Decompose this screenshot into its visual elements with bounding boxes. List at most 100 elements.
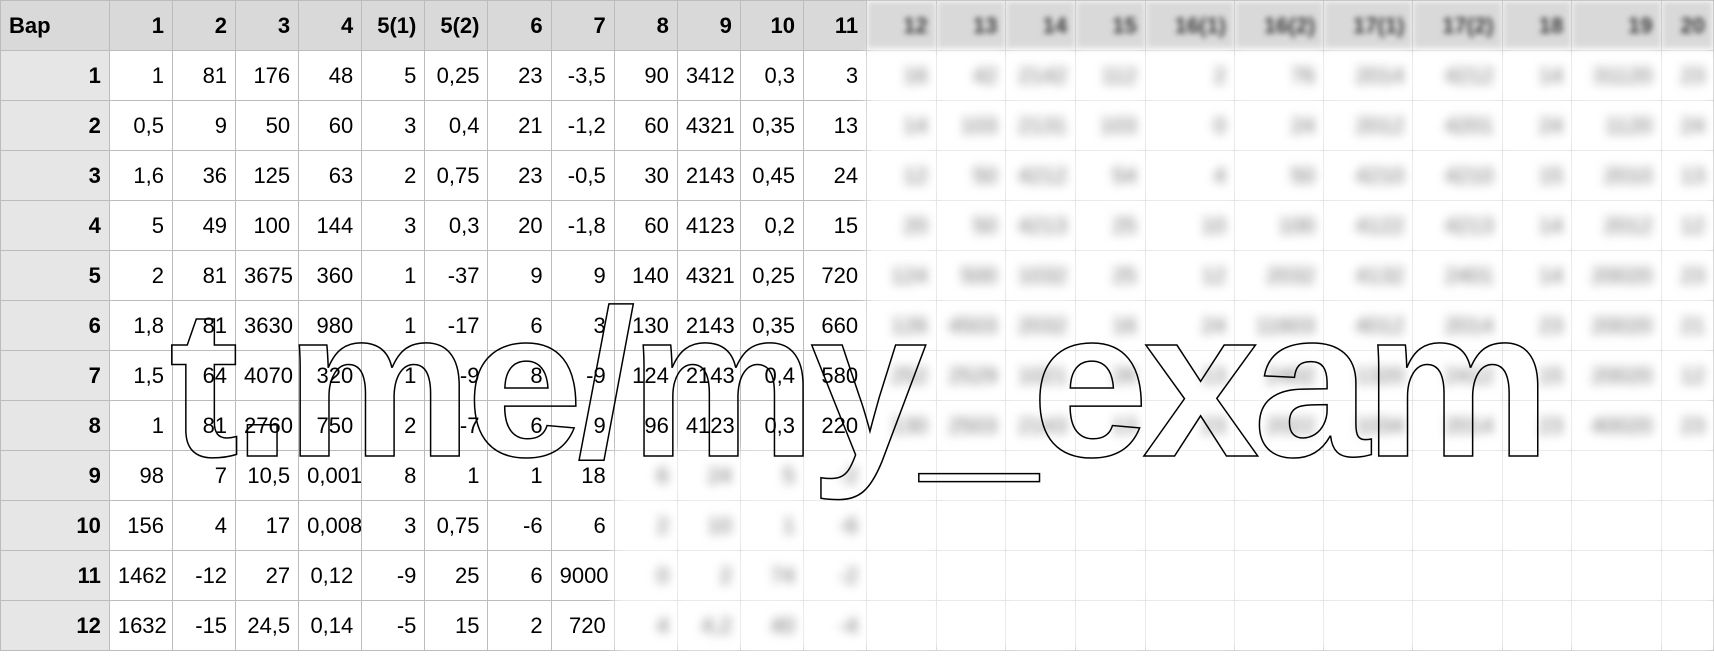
cell: 1462 <box>109 551 172 601</box>
cell-blurred: 2503 <box>936 401 1006 451</box>
cell: 6 <box>488 401 551 451</box>
cell-blurred: 23 <box>1502 401 1572 451</box>
cell: 15 <box>804 201 867 251</box>
cell-blurred <box>1076 451 1146 501</box>
cell: 0,5 <box>109 101 172 151</box>
cell-blurred: 126 <box>867 301 937 351</box>
cell: 1632 <box>109 601 172 651</box>
cell: 23 <box>488 51 551 101</box>
col-header-10: 10 <box>740 1 803 51</box>
cell: 81 <box>172 301 235 351</box>
cell: 27 <box>236 551 299 601</box>
cell-blurred <box>1076 551 1146 601</box>
cell: -7 <box>425 401 488 451</box>
cell: 2 <box>614 501 677 551</box>
cell-blurred: 4122 <box>1324 201 1413 251</box>
cell-blurred: 10 <box>1145 201 1234 251</box>
cell: 2143 <box>677 151 740 201</box>
cell-blurred <box>1502 451 1572 501</box>
cell: 1 <box>362 351 425 401</box>
cell: 3 <box>362 201 425 251</box>
cell-blurred <box>1661 601 1713 651</box>
cell: 100 <box>236 201 299 251</box>
cell: -9 <box>362 551 425 601</box>
cell-blurred <box>867 551 937 601</box>
cell: 18 <box>551 451 614 501</box>
cell: 125 <box>236 151 299 201</box>
cell: 10,5 <box>236 451 299 501</box>
cell-blurred: 2012 <box>1572 201 1661 251</box>
cell-blurred: 2032 <box>1234 251 1323 301</box>
cell-blurred: 20 <box>867 201 937 251</box>
cell-blurred: 1034 <box>1324 401 1413 451</box>
cell-blurred: 50 <box>936 201 1006 251</box>
cell: 0,12 <box>299 551 362 601</box>
cell: 4070 <box>236 351 299 401</box>
table-row: 998710,50,001811186245-2 <box>1 451 1714 501</box>
cell-blurred <box>1502 601 1572 651</box>
cell: 8 <box>488 351 551 401</box>
cell-blurred: 2131 <box>1006 101 1076 151</box>
cell-blurred <box>1076 501 1146 551</box>
cell-blurred: 12 <box>867 151 937 201</box>
cell: -3,5 <box>551 51 614 101</box>
cell-blurred <box>936 551 1006 601</box>
cell-blurred: 4210 <box>1413 151 1502 201</box>
col-header-blurred: 14 <box>1006 1 1076 51</box>
cell: 1 <box>362 251 425 301</box>
cell-blurred: 20020 <box>1572 251 1661 301</box>
cell: 60 <box>614 201 677 251</box>
cell: 4,2 <box>677 601 740 651</box>
cell-blurred: 4012 <box>1324 301 1413 351</box>
cell: 660 <box>804 301 867 351</box>
cell-blurred: 50 <box>936 151 1006 201</box>
cell-blurred: 2401 <box>1413 251 1502 301</box>
row-header: 9 <box>1 451 110 501</box>
cell: 0,2 <box>740 201 803 251</box>
cell-blurred: 14 <box>1502 201 1572 251</box>
cell: 2 <box>362 151 425 201</box>
cell-blurred <box>936 451 1006 501</box>
cell: 2760 <box>236 401 299 451</box>
cell-blurred <box>1006 551 1076 601</box>
cell: 4123 <box>677 201 740 251</box>
cell-blurred <box>1413 501 1502 551</box>
col-header-blurred: 16(1) <box>1145 1 1234 51</box>
col-header-blurred: 13 <box>936 1 1006 51</box>
cell: 750 <box>299 401 362 451</box>
row-header: 2 <box>1 101 110 151</box>
cell: 1,8 <box>109 301 172 351</box>
cell-blurred: 31120 <box>1572 51 1661 101</box>
cell: 0,3 <box>425 201 488 251</box>
cell-blurred <box>1006 501 1076 551</box>
cell-blurred: 76 <box>1234 51 1323 101</box>
cell-blurred: 21 <box>1661 301 1713 351</box>
cell-blurred <box>1234 501 1323 551</box>
cell-blurred <box>1324 451 1413 501</box>
cell: 980 <box>299 301 362 351</box>
cell-blurred: 2012 <box>1324 101 1413 151</box>
cell: 0,14 <box>299 601 362 651</box>
row-header: 1 <box>1 51 110 101</box>
cell: 0,25 <box>740 251 803 301</box>
cell-blurred <box>1006 451 1076 501</box>
cell-blurred: 2529 <box>936 351 1006 401</box>
cell: 144 <box>299 201 362 251</box>
row-header: 11 <box>1 551 110 601</box>
cell: 3 <box>362 101 425 151</box>
table-row: 71,56440703201-98-912421430,458025225291… <box>1 351 1714 401</box>
cell: 3630 <box>236 301 299 351</box>
cell: 0,3 <box>740 51 803 101</box>
col-header-blurred: 19 <box>1572 1 1661 51</box>
cell: 0,35 <box>740 101 803 151</box>
cell: 74 <box>740 551 803 601</box>
cell: 96 <box>614 401 677 451</box>
cell: 6 <box>488 301 551 351</box>
cell-blurred: 42 <box>936 51 1006 101</box>
cell-blurred <box>1502 501 1572 551</box>
cell: 20 <box>488 201 551 251</box>
table-row: 31,6361256320,7523-0,53021430,4524125042… <box>1 151 1714 201</box>
cell-blurred: 4 <box>1145 151 1234 201</box>
cell-blurred: 14 <box>1502 51 1572 101</box>
cell-blurred: 500 <box>936 251 1006 301</box>
